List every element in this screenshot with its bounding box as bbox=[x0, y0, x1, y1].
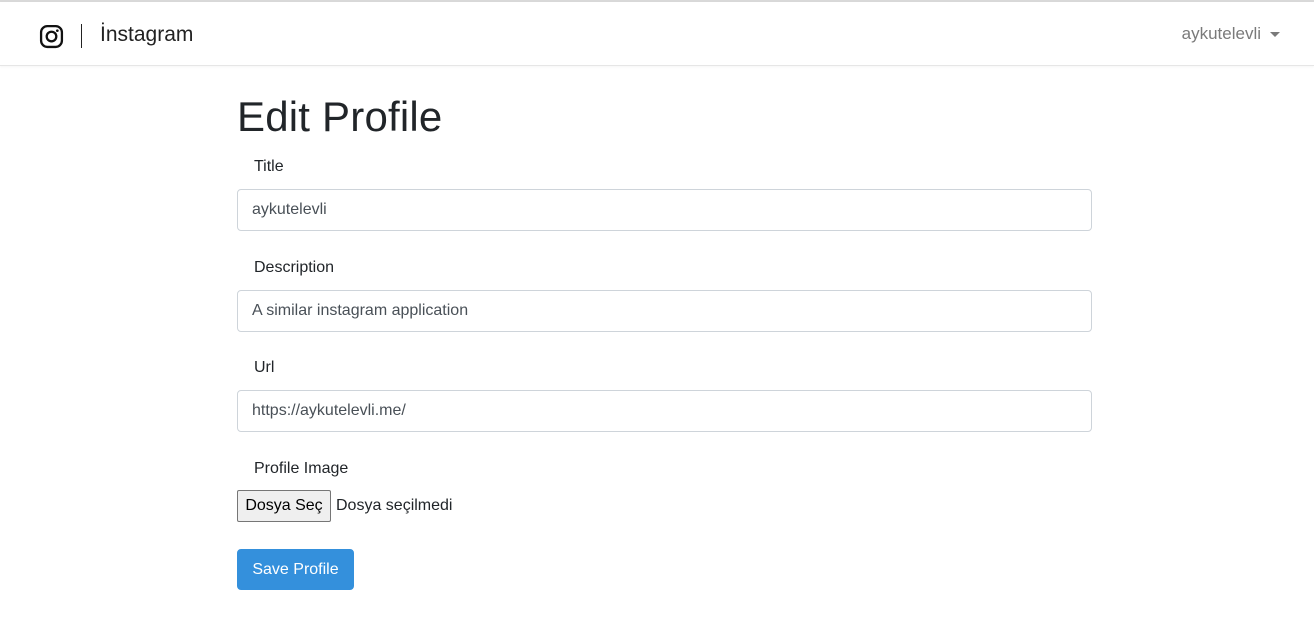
caret-down-icon[interactable] bbox=[1270, 32, 1280, 37]
title-input[interactable] bbox=[237, 189, 1092, 231]
url-input[interactable] bbox=[237, 390, 1092, 432]
user-dropdown[interactable]: aykutelevli bbox=[1182, 22, 1280, 46]
save-profile-button[interactable]: Save Profile bbox=[237, 549, 354, 590]
choose-file-button[interactable]: Dosya Seç bbox=[237, 490, 331, 522]
user-name[interactable]: aykutelevli bbox=[1182, 22, 1261, 46]
instagram-icon[interactable] bbox=[39, 24, 64, 49]
profile-image-picker: Dosya Seç Dosya seçilmedi bbox=[237, 490, 452, 522]
page-title: Edit Profile bbox=[237, 93, 443, 140]
description-label: Description bbox=[254, 259, 335, 276]
navbar: İnstagram aykutelevli bbox=[0, 2, 1314, 66]
description-input[interactable] bbox=[237, 290, 1092, 332]
brand-name[interactable]: İnstagram bbox=[100, 22, 193, 48]
brand-divider bbox=[81, 24, 82, 48]
url-label: Url bbox=[254, 359, 275, 376]
profile-image-label: Profile Image bbox=[254, 460, 349, 477]
title-label: Title bbox=[254, 158, 284, 175]
file-status: Dosya seçilmedi bbox=[336, 497, 453, 514]
